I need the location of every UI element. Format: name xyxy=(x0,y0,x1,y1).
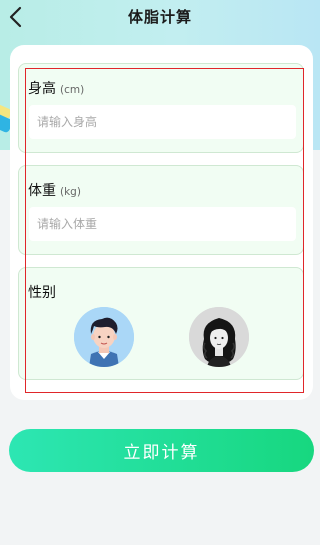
gender-label: 性别 xyxy=(28,282,56,302)
gender-section: 性别 xyxy=(18,267,304,380)
weight-label-text: 体重 xyxy=(28,183,56,199)
gender-option-male[interactable] xyxy=(74,307,134,367)
height-label: 身高 (cm) xyxy=(28,78,84,98)
male-avatar-icon xyxy=(74,307,134,367)
page-title: 体脂计算 xyxy=(127,8,192,26)
top-bar: 体脂计算 xyxy=(0,0,320,34)
height-label-text: 身高 xyxy=(28,81,56,97)
female-avatar-icon xyxy=(189,307,249,367)
height-input[interactable] xyxy=(29,105,296,139)
height-unit: (cm) xyxy=(60,84,85,96)
gender-label-text: 性别 xyxy=(28,285,56,301)
gender-option-female[interactable] xyxy=(189,307,249,367)
weight-input[interactable] xyxy=(29,207,296,241)
back-button[interactable] xyxy=(4,4,30,30)
calculate-button[interactable]: 立即计算 xyxy=(9,429,314,472)
weight-section: 体重 (kg) xyxy=(18,165,304,255)
chevron-left-icon xyxy=(9,6,22,28)
height-section: 身高 (cm) xyxy=(18,63,304,153)
weight-label: 体重 (kg) xyxy=(28,180,81,200)
weight-unit: (kg) xyxy=(60,186,81,198)
